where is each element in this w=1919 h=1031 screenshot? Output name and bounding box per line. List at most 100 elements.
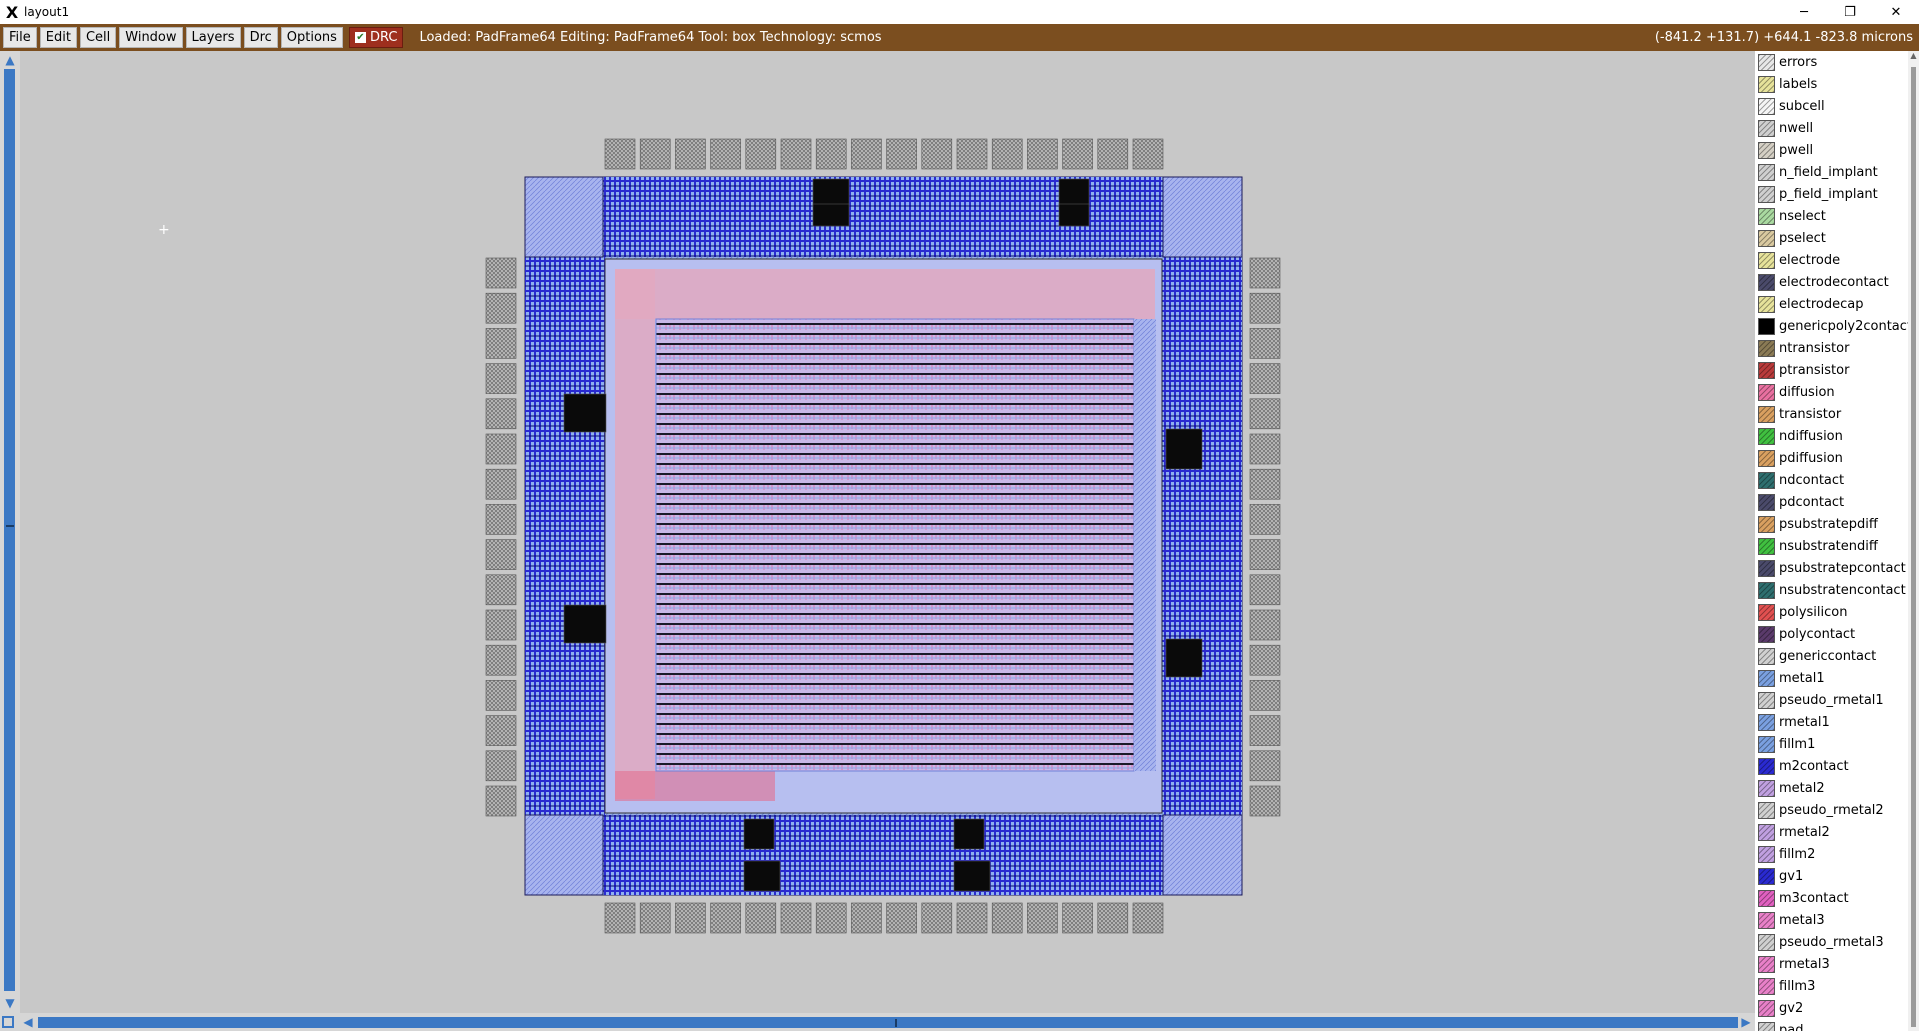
menu-window[interactable]: Window xyxy=(119,27,183,48)
layer-scroll-up-icon[interactable]: ▲ xyxy=(1908,51,1919,63)
vertical-scroll-thumb[interactable] xyxy=(6,525,14,527)
layer-item-electrodecap[interactable]: electrodecap xyxy=(1755,293,1908,315)
menu-file[interactable]: File xyxy=(3,27,37,48)
close-button[interactable]: ✕ xyxy=(1873,0,1919,24)
layer-item-pselect[interactable]: pselect xyxy=(1755,227,1908,249)
io-ring-bottom xyxy=(603,815,1163,895)
horizontal-scrollbar[interactable]: ◀ ▶ xyxy=(0,1013,1755,1031)
bond-pad xyxy=(1249,504,1281,535)
layer-swatch xyxy=(1758,757,1775,775)
menu-layers[interactable]: Layers xyxy=(185,27,241,48)
layer-item-metal3[interactable]: metal3 xyxy=(1755,909,1908,931)
bond-pad xyxy=(1027,138,1058,170)
layer-swatch xyxy=(1758,691,1775,709)
horizontal-scroll-track[interactable] xyxy=(38,1017,1738,1028)
layer-name: pdcontact xyxy=(1779,494,1845,510)
layer-swatch xyxy=(1758,735,1775,753)
layer-item-n-field-implant[interactable]: n_field_implant xyxy=(1755,161,1908,183)
layer-item-nsubstratencontact[interactable]: nsubstratencontact xyxy=(1755,579,1908,601)
cursor-coordinates: (-841.2 +131.7) +644.1 -823.8 microns xyxy=(1654,30,1913,45)
bond-pad xyxy=(1249,363,1281,394)
layer-item-genericcontact[interactable]: genericcontact xyxy=(1755,645,1908,667)
layer-item-gv2[interactable]: gv2 xyxy=(1755,997,1908,1019)
menu-edit[interactable]: Edit xyxy=(39,27,77,48)
layer-swatch xyxy=(1758,53,1775,71)
scroll-down-arrow-icon[interactable]: ▼ xyxy=(2,995,18,1011)
layer-item-pdiffusion[interactable]: pdiffusion xyxy=(1755,447,1908,469)
bond-pad xyxy=(485,785,517,817)
layer-item-psubstratepdiff[interactable]: psubstratepdiff xyxy=(1755,513,1908,535)
layer-item-fillm1[interactable]: fillm1 xyxy=(1755,733,1908,755)
scroll-right-arrow-icon[interactable]: ▶ xyxy=(1738,1014,1754,1030)
menu-cell[interactable]: Cell xyxy=(79,27,117,48)
layer-item-ptransistor[interactable]: ptransistor xyxy=(1755,359,1908,381)
layer-swatch xyxy=(1758,119,1775,137)
menu-options[interactable]: Options xyxy=(280,27,343,48)
power-pad-block xyxy=(743,860,781,892)
layer-swatch xyxy=(1758,537,1775,555)
layer-swatch xyxy=(1758,1021,1775,1031)
bond-pad xyxy=(1062,902,1093,934)
restore-button[interactable]: ❐ xyxy=(1827,0,1873,24)
vertical-scrollbar[interactable]: ▲ ▼ xyxy=(0,51,20,1013)
layer-item-pdcontact[interactable]: pdcontact xyxy=(1755,491,1908,513)
layer-item-genericpoly2contact[interactable]: genericpoly2contact xyxy=(1755,315,1908,337)
layer-item-electrode[interactable]: electrode xyxy=(1755,249,1908,271)
layer-item-diffusion[interactable]: diffusion xyxy=(1755,381,1908,403)
layer-item-ndcontact[interactable]: ndcontact xyxy=(1755,469,1908,491)
layer-item-polysilicon[interactable]: polysilicon xyxy=(1755,601,1908,623)
bond-pad xyxy=(851,902,882,934)
layer-swatch xyxy=(1758,933,1775,951)
layer-item-nselect[interactable]: nselect xyxy=(1755,205,1908,227)
layer-item-psubstratepcontact[interactable]: psubstratepcontact xyxy=(1755,557,1908,579)
layer-item-m3contact[interactable]: m3contact xyxy=(1755,887,1908,909)
bond-pad xyxy=(745,138,777,170)
layer-item-polycontact[interactable]: polycontact xyxy=(1755,623,1908,645)
layer-item-subcell[interactable]: subcell xyxy=(1755,95,1908,117)
layer-item-pseudo-rmetal1[interactable]: pseudo_rmetal1 xyxy=(1755,689,1908,711)
layer-palette-scrollbar[interactable]: ▲ xyxy=(1908,51,1919,1031)
layer-scroll-thumb[interactable] xyxy=(1911,67,1916,1027)
corner-cell-top-right xyxy=(1162,176,1243,258)
layer-item-labels[interactable]: labels xyxy=(1755,73,1908,95)
layer-item-metal2[interactable]: metal2 xyxy=(1755,777,1908,799)
layer-item-ndiffusion[interactable]: ndiffusion xyxy=(1755,425,1908,447)
vertical-scroll-track[interactable] xyxy=(4,69,15,991)
minimize-button[interactable]: ─ xyxy=(1781,0,1827,24)
layer-item-pseudo-rmetal3[interactable]: pseudo_rmetal3 xyxy=(1755,931,1908,953)
drc-toggle[interactable]: ✔ DRC xyxy=(348,27,404,48)
layer-item-electrodecontact[interactable]: electrodecontact xyxy=(1755,271,1908,293)
layer-item-fillm3[interactable]: fillm3 xyxy=(1755,975,1908,997)
zoom-box-icon[interactable] xyxy=(2,1016,14,1028)
layer-item-errors[interactable]: errors xyxy=(1755,51,1908,73)
layer-name: nwell xyxy=(1779,120,1814,136)
layer-item-transistor[interactable]: transistor xyxy=(1755,403,1908,425)
layer-item-pseudo-rmetal2[interactable]: pseudo_rmetal2 xyxy=(1755,799,1908,821)
layer-item-pwell[interactable]: pwell xyxy=(1755,139,1908,161)
layer-item-rmetal2[interactable]: rmetal2 xyxy=(1755,821,1908,843)
layer-swatch xyxy=(1758,977,1775,995)
layer-item-nwell[interactable]: nwell xyxy=(1755,117,1908,139)
layer-item-pad[interactable]: pad xyxy=(1755,1019,1908,1031)
layer-item-metal1[interactable]: metal1 xyxy=(1755,667,1908,689)
layer-item-fillm2[interactable]: fillm2 xyxy=(1755,843,1908,865)
layer-swatch xyxy=(1758,185,1775,203)
layer-name: labels xyxy=(1779,76,1818,92)
layer-item-gv1[interactable]: gv1 xyxy=(1755,865,1908,887)
layout-canvas[interactable]: + xyxy=(20,51,1755,1013)
scroll-up-arrow-icon[interactable]: ▲ xyxy=(2,52,18,68)
layer-name: transistor xyxy=(1779,406,1842,422)
scroll-left-arrow-icon[interactable]: ◀ xyxy=(20,1014,36,1030)
layer-item-nsubstratendiff[interactable]: nsubstratendiff xyxy=(1755,535,1908,557)
layer-item-ntransistor[interactable]: ntransistor xyxy=(1755,337,1908,359)
layer-item-rmetal3[interactable]: rmetal3 xyxy=(1755,953,1908,975)
core-logic-array xyxy=(655,318,1135,772)
layer-item-m2contact[interactable]: m2contact xyxy=(1755,755,1908,777)
layer-item-p-field-implant[interactable]: p_field_implant xyxy=(1755,183,1908,205)
menu-drc[interactable]: Drc xyxy=(243,27,278,48)
power-pad-block xyxy=(1165,638,1203,678)
top-bond-pads xyxy=(604,138,1164,170)
layer-swatch xyxy=(1758,845,1775,863)
layer-item-rmetal1[interactable]: rmetal1 xyxy=(1755,711,1908,733)
horizontal-scroll-thumb[interactable] xyxy=(895,1019,897,1027)
